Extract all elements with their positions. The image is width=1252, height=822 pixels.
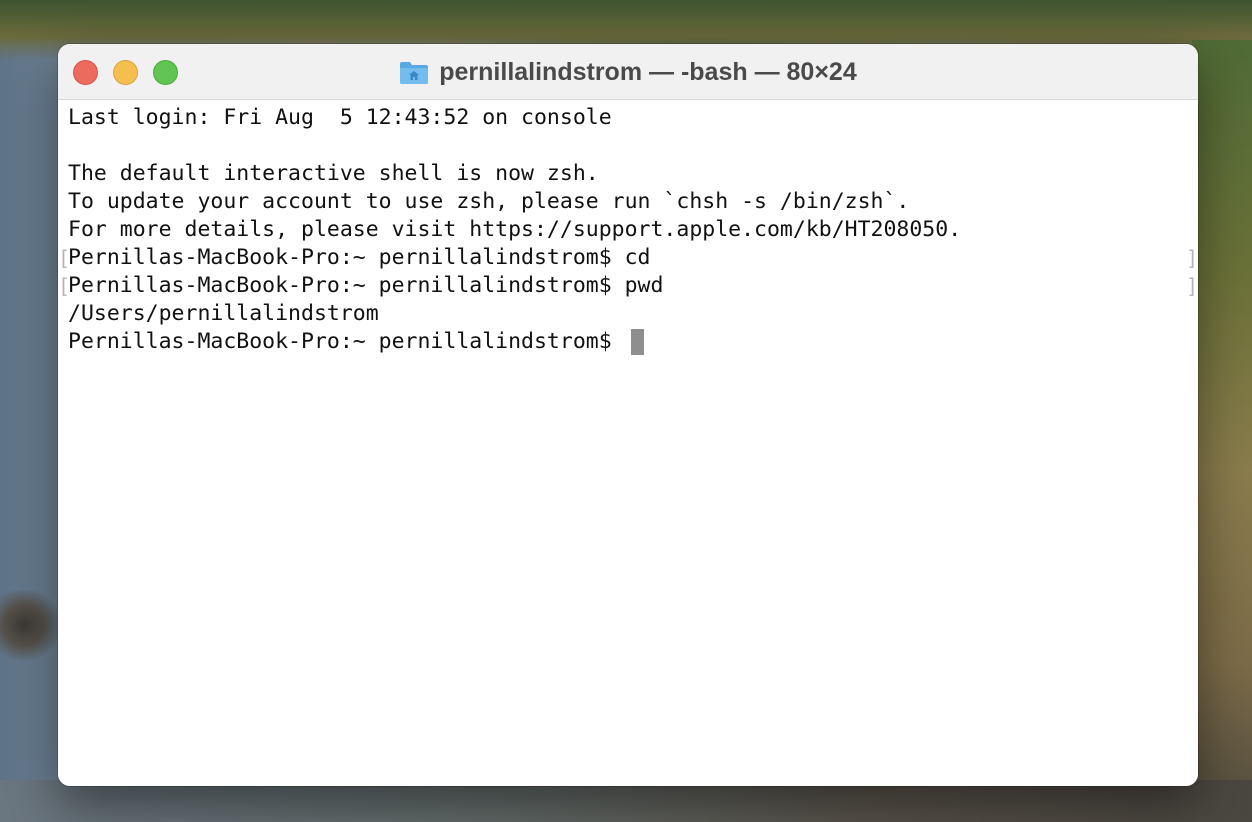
window-title: pernillalindstrom — -bash — 80×24 xyxy=(439,57,857,86)
terminal-output[interactable]: Last login: Fri Aug 5 12:43:52 on consol… xyxy=(58,100,1198,786)
terminal-line: Last login: Fri Aug 5 12:43:52 on consol… xyxy=(68,105,612,130)
terminal-line: The default interactive shell is now zsh… xyxy=(68,161,599,186)
terminal-prompt: Pernillas-MacBook-Pro:~ pernillalindstro… xyxy=(68,329,625,354)
home-folder-icon xyxy=(400,62,429,84)
terminal-window[interactable]: pernillalindstrom — -bash — 80×24 Last l… xyxy=(58,44,1198,786)
terminal-line: Pernillas-MacBook-Pro:~ pernillalindstro… xyxy=(68,245,651,270)
window-title-group: pernillalindstrom — -bash — 80×24 xyxy=(58,44,1198,100)
command-mark-close: ] xyxy=(1186,274,1198,298)
desktop-wallpaper-cliff xyxy=(1192,40,1252,822)
terminal-line: Pernillas-MacBook-Pro:~ pernillalindstro… xyxy=(68,273,664,298)
desktop-wallpaper-rocks xyxy=(0,590,60,660)
terminal-line: To update your account to use zsh, pleas… xyxy=(68,189,910,214)
text-cursor xyxy=(630,329,644,355)
desktop-wallpaper-shore xyxy=(0,780,1252,822)
terminal-prompt-line[interactable]: Pernillas-MacBook-Pro:~ pernillalindstro… xyxy=(68,328,644,356)
terminal-line: /Users/pernillalindstrom xyxy=(68,301,379,326)
window-titlebar[interactable]: pernillalindstrom — -bash — 80×24 xyxy=(58,44,1198,100)
terminal-line: For more details, please visit https://s… xyxy=(68,217,962,242)
command-mark-close: ] xyxy=(1186,246,1198,270)
